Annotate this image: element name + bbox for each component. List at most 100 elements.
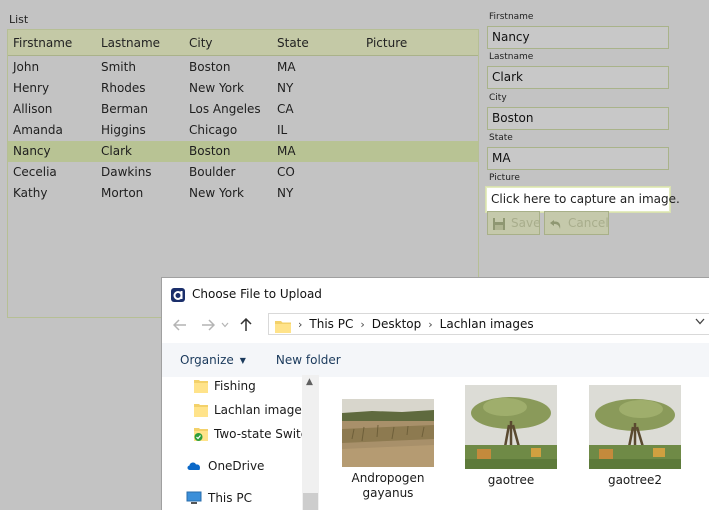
nav-item-label: OneDrive bbox=[208, 459, 265, 473]
cell-firstname: Amanda bbox=[13, 123, 63, 137]
column-header-firstname[interactable]: Firstname bbox=[8, 30, 96, 55]
picture-label: Picture bbox=[489, 173, 520, 183]
image-thumbnail bbox=[589, 385, 681, 469]
cell-picture bbox=[361, 162, 471, 183]
table-row[interactable]: Amanda Higgins Chicago IL bbox=[8, 120, 478, 141]
firstname-label: Firstname bbox=[489, 12, 534, 22]
cell-state: CO bbox=[277, 165, 295, 179]
cell-picture bbox=[361, 120, 471, 141]
cell-picture bbox=[361, 141, 471, 162]
cell-city: New York bbox=[189, 81, 244, 95]
capture-image-button[interactable]: Click here to capture an image. bbox=[486, 187, 680, 212]
recent-locations-chevron-icon[interactable] bbox=[219, 316, 231, 334]
file-name: Andropogen gayanus bbox=[351, 471, 425, 500]
app-logo-icon bbox=[171, 287, 185, 302]
firstname-field[interactable]: Nancy bbox=[487, 26, 669, 49]
back-arrow-icon[interactable] bbox=[171, 316, 189, 334]
cancel-button[interactable]: Cancel bbox=[544, 211, 609, 235]
cell-lastname: Rhodes bbox=[101, 81, 146, 95]
cell-city: Boulder bbox=[189, 165, 236, 179]
new-folder-button[interactable]: New folder bbox=[276, 353, 341, 367]
scroll-up-arrow-icon[interactable]: ▲ bbox=[306, 377, 313, 387]
address-dropdown-chevron-icon[interactable] bbox=[695, 317, 705, 328]
grid-header: Firstname Lastname City State Picture bbox=[8, 30, 478, 56]
file-upload-dialog: Choose File to Upload › This PC › Deskto… bbox=[161, 277, 709, 510]
floppy-disk-icon bbox=[492, 216, 506, 230]
table-row[interactable]: Henry Rhodes New York NY bbox=[8, 78, 478, 99]
folder-synced-icon bbox=[194, 427, 208, 441]
nav-item-fishing[interactable]: Fishing bbox=[194, 379, 256, 393]
file-item-andropogen-gayanus[interactable]: Andropogen gayanus bbox=[338, 399, 438, 501]
breadcrumb-chevron-icon: › bbox=[360, 317, 365, 331]
cell-picture bbox=[361, 183, 471, 204]
breadcrumb-lachlan-images[interactable]: Lachlan images bbox=[440, 317, 534, 331]
table-row-selected[interactable]: Nancy Clark Boston MA bbox=[8, 141, 478, 162]
address-bar[interactable]: › This PC › Desktop › Lachlan images bbox=[268, 313, 709, 335]
navigation-bar: › This PC › Desktop › Lachlan images bbox=[162, 309, 709, 340]
file-item-gaotree[interactable]: gaotree bbox=[461, 385, 561, 488]
folder-icon bbox=[275, 318, 291, 333]
scroll-thumb[interactable] bbox=[303, 493, 318, 510]
nav-item-label: This PC bbox=[208, 491, 252, 505]
organize-menu-button[interactable]: Organize ▼ bbox=[180, 353, 246, 367]
table-row[interactable]: Cecelia Dawkins Boulder CO bbox=[8, 162, 478, 183]
cell-lastname: Smith bbox=[101, 60, 136, 74]
column-header-lastname[interactable]: Lastname bbox=[96, 30, 184, 55]
cell-lastname: Morton bbox=[101, 186, 144, 200]
nav-item-this-pc[interactable]: This PC bbox=[186, 491, 252, 505]
save-button[interactable]: Save bbox=[487, 211, 540, 235]
caret-down-icon: ▼ bbox=[239, 355, 246, 365]
column-header-city[interactable]: City bbox=[184, 30, 272, 55]
dialog-titlebar[interactable]: Choose File to Upload bbox=[162, 278, 709, 309]
table-row[interactable]: Kathy Morton New York NY bbox=[8, 183, 478, 204]
dialog-body: Fishing Lachlan images Two-state Switch … bbox=[162, 375, 709, 510]
dialog-toolbar: Organize ▼ New folder bbox=[162, 343, 709, 377]
table-row[interactable]: John Smith Boston MA bbox=[8, 57, 478, 78]
organize-label: Organize bbox=[180, 353, 234, 367]
cell-lastname: Higgins bbox=[101, 123, 146, 137]
folder-icon bbox=[194, 403, 208, 417]
up-arrow-icon[interactable] bbox=[237, 316, 255, 334]
city-field[interactable]: Boston bbox=[487, 107, 669, 130]
save-label: Save bbox=[511, 216, 541, 230]
folder-icon bbox=[194, 379, 208, 393]
cell-city: Los Angeles bbox=[189, 102, 261, 116]
column-header-state[interactable]: State bbox=[272, 30, 361, 55]
nav-item-label: Two-state Switch bbox=[214, 427, 302, 441]
nav-item-lachlan-images[interactable]: Lachlan images bbox=[194, 403, 302, 417]
table-row[interactable]: Allison Berman Los Angeles CA bbox=[8, 99, 478, 120]
cell-state: CA bbox=[277, 102, 294, 116]
cell-picture bbox=[361, 99, 471, 120]
state-label: State bbox=[489, 133, 513, 143]
nav-item-two-state-switch[interactable]: Two-state Switch bbox=[194, 427, 302, 441]
computer-icon bbox=[186, 491, 202, 505]
cloud-icon bbox=[186, 459, 202, 473]
cell-state: IL bbox=[277, 123, 288, 137]
file-name: gaotree2 bbox=[607, 473, 663, 487]
grid-body: John Smith Boston MA Henry Rhodes New Yo… bbox=[8, 56, 478, 204]
state-field[interactable]: MA bbox=[487, 147, 669, 170]
cell-state: MA bbox=[277, 60, 296, 74]
dialog-title: Choose File to Upload bbox=[192, 286, 322, 301]
file-item-gaotree2[interactable]: gaotree2 bbox=[585, 385, 685, 488]
cell-firstname: Nancy bbox=[13, 144, 51, 158]
nav-item-onedrive[interactable]: OneDrive bbox=[186, 459, 264, 473]
cell-picture bbox=[361, 57, 471, 78]
forward-arrow-icon[interactable] bbox=[199, 316, 217, 334]
cell-firstname: John bbox=[13, 60, 40, 74]
cell-firstname: Henry bbox=[13, 81, 50, 95]
image-thumbnail bbox=[342, 399, 434, 467]
lastname-field[interactable]: Clark bbox=[487, 66, 669, 89]
breadcrumb-desktop[interactable]: Desktop bbox=[372, 317, 422, 331]
breadcrumb-this-pc[interactable]: This PC bbox=[309, 317, 353, 331]
navigation-pane: Fishing Lachlan images Two-state Switch … bbox=[162, 375, 302, 510]
cell-lastname: Clark bbox=[101, 144, 132, 158]
lastname-label: Lastname bbox=[489, 52, 534, 62]
cell-state: MA bbox=[277, 144, 296, 158]
city-label: City bbox=[489, 93, 507, 103]
image-thumbnail bbox=[465, 385, 557, 469]
navigation-pane-scrollbar[interactable]: ▲ bbox=[302, 375, 319, 510]
column-header-picture[interactable]: Picture bbox=[361, 30, 471, 55]
breadcrumb-chevron-icon: › bbox=[298, 317, 303, 331]
cell-firstname: Kathy bbox=[13, 186, 48, 200]
